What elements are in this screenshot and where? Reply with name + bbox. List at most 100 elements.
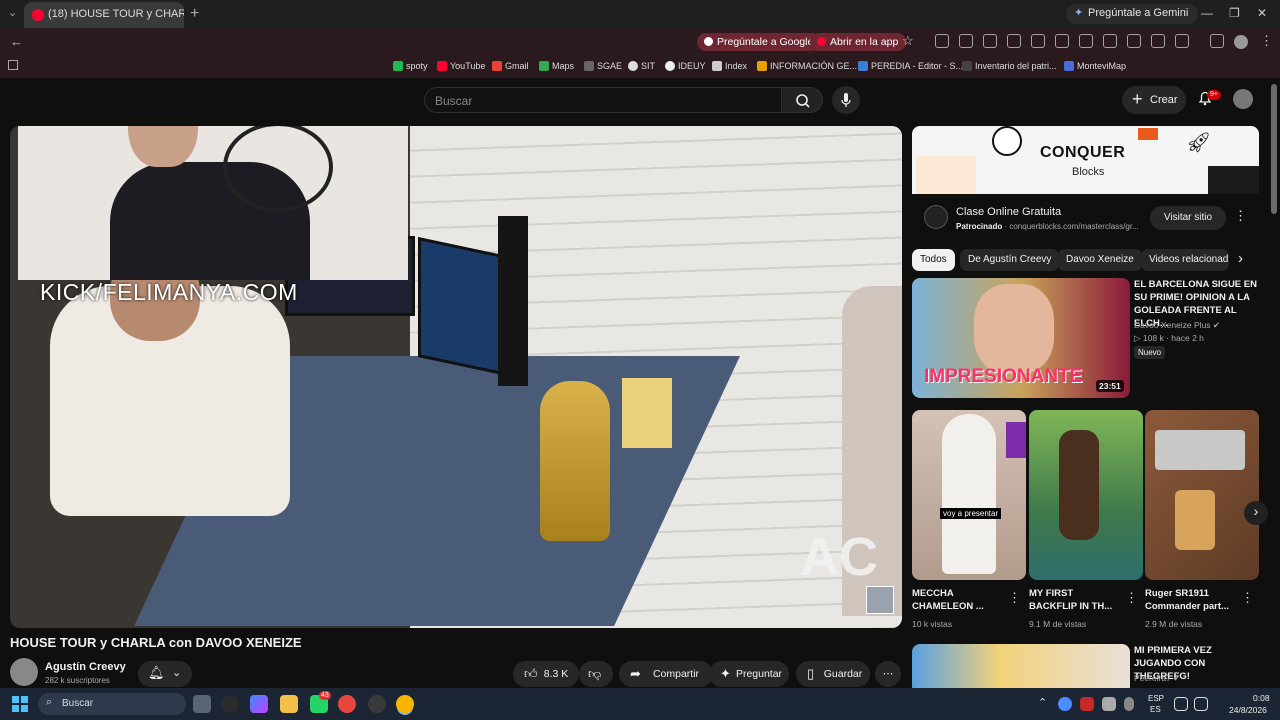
like-button[interactable]: 👍︎ 8.3 K [513, 661, 579, 687]
chip-related[interactable]: Videos relacionad [1141, 249, 1229, 271]
more-actions-button[interactable]: ⋯ [875, 661, 901, 687]
copilot-icon[interactable] [250, 695, 268, 713]
search-button[interactable] [781, 87, 823, 113]
location-icon[interactable] [1103, 34, 1117, 48]
file-explorer-icon[interactable] [280, 695, 298, 713]
bookmark-informacion[interactable]: INFORMACIÓN GE... [757, 61, 857, 71]
onedrive-icon[interactable] [1058, 697, 1072, 711]
bookmark-peredia[interactable]: PEREDIA - Editor - S... [858, 61, 963, 71]
bookmark-inventario[interactable]: Inventario del patri... [962, 61, 1057, 71]
ideuy-icon [665, 61, 675, 71]
chrome-active-icon[interactable] [396, 695, 414, 713]
minimize-icon[interactable]: — [1201, 6, 1213, 20]
chip-all[interactable]: Todos [912, 249, 955, 271]
extension-icon[interactable] [935, 34, 949, 48]
network-icon[interactable] [1174, 697, 1188, 711]
obs-icon[interactable] [368, 695, 386, 713]
copy-icon[interactable] [1079, 34, 1093, 48]
bookmark-gmail[interactable]: Gmail [492, 61, 529, 71]
key-icon[interactable] [983, 34, 997, 48]
monitor-right [418, 236, 503, 376]
more-icon[interactable]: ⋮ [1125, 590, 1138, 606]
save-button[interactable]: ▯ Guardar [796, 661, 870, 687]
channel-name[interactable]: Agustín Creevy [45, 661, 126, 673]
pixel-decoration [916, 156, 976, 194]
print-icon[interactable] [1151, 34, 1165, 48]
video-player[interactable]: AC K 1 KICK/FELIMANYA.COM [10, 126, 902, 628]
mic-icon[interactable] [1124, 697, 1134, 711]
tray-app-icon[interactable] [1080, 697, 1094, 711]
menu-icon[interactable]: ⋮ [1260, 33, 1273, 49]
ad-meta: Patrocinado · conquerblocks.com/mastercl… [956, 222, 1139, 231]
app-icon[interactable] [221, 695, 239, 713]
bookmark-montevimap[interactable]: MonteviMap [1064, 61, 1126, 71]
apps-grid-icon[interactable] [8, 60, 18, 70]
chevron-right-icon[interactable]: › [1238, 250, 1243, 267]
ask-google-button[interactable]: Pregúntale a Google [697, 33, 822, 51]
back-icon[interactable]: ← [10, 34, 23, 49]
short-title-3[interactable]: Ruger SR1911 Commander part... [1145, 587, 1237, 613]
search-input[interactable]: Buscar [424, 87, 782, 113]
bookmark-index[interactable]: Index [712, 61, 747, 71]
shorts-next-button[interactable]: › [1244, 501, 1268, 525]
bookmark-youtube[interactable]: YouTube [437, 61, 485, 71]
short-title-2[interactable]: MY FIRST BACKFLIP IN TH... [1029, 587, 1121, 613]
extension-icon[interactable] [959, 34, 973, 48]
chip-davoo[interactable]: Davoo Xeneize [1058, 249, 1142, 271]
download-icon[interactable] [1031, 34, 1045, 48]
language-indicator[interactable]: ESP [1148, 694, 1164, 703]
dislike-button[interactable]: 👎︎ [579, 661, 613, 687]
bookmark-maps[interactable]: Maps [539, 61, 574, 71]
short-title-1[interactable]: MECCHA CHAMELEON ... [912, 587, 994, 613]
user-avatar[interactable] [1233, 89, 1253, 109]
chip-channel[interactable]: De Agustín Creevy [960, 249, 1060, 271]
more-icon[interactable]: ⋮ [1008, 590, 1021, 606]
page-scrollbar[interactable] [1271, 84, 1277, 214]
more-icon[interactable]: ⋮ [1234, 208, 1247, 224]
visit-site-button[interactable]: Visitar sitio [1150, 206, 1226, 230]
tray-chevron-icon[interactable]: ⌃ [1038, 696, 1047, 709]
close-icon[interactable]: ✕ [1257, 6, 1267, 20]
bookmark-sit[interactable]: SIT [628, 61, 655, 71]
trash-icon[interactable] [1127, 34, 1141, 48]
windows-start-icon[interactable] [12, 696, 28, 712]
bookmark-spoty[interactable]: spoty [393, 61, 428, 71]
usb-icon[interactable] [1102, 697, 1116, 711]
profile-icon[interactable] [1234, 35, 1248, 49]
maximize-icon[interactable]: ❐ [1229, 6, 1240, 20]
monitor-tall [498, 216, 528, 386]
ask-button[interactable]: ✦ Preguntar [709, 661, 789, 687]
open-in-app-button[interactable]: Abrir en la app [810, 33, 907, 51]
rec-thumbnail[interactable]: IMPRESIONANTE 23:51 [912, 278, 1130, 398]
subscription-bell-button[interactable]: 🔔︎ ⌄ [138, 661, 192, 687]
voice-search-button[interactable] [832, 86, 860, 114]
browser-tab[interactable]: (18) HOUSE TOUR y CHARL [24, 2, 184, 28]
rocket-icon: 🚀︎ [1186, 132, 1212, 154]
task-view-icon[interactable] [193, 695, 211, 713]
rec-thumbnail-2[interactable] [912, 644, 1130, 694]
short-thumbnail-1[interactable]: voy a presentar [912, 410, 1026, 580]
card-icon[interactable] [1007, 34, 1021, 48]
chrome-icon[interactable] [338, 695, 356, 713]
translate-icon[interactable] [1055, 34, 1069, 48]
whatsapp-badge: 43 [319, 691, 331, 700]
volume-icon[interactable] [1194, 697, 1208, 711]
tab-list-icon[interactable]: ⌄ [8, 6, 17, 19]
bookmark-star-icon[interactable]: ☆ [902, 33, 914, 49]
cast-icon[interactable] [1175, 34, 1189, 48]
more-icon[interactable]: ⋮ [1241, 590, 1254, 606]
gemini-button[interactable]: ✦ Pregúntale a Gemini [1066, 4, 1199, 24]
new-tab-icon[interactable]: + [190, 5, 199, 23]
reading-list-icon[interactable] [1210, 34, 1224, 48]
bookmark-ideuy[interactable]: IDEUY [665, 61, 706, 71]
bookmark-sgae[interactable]: SGAE [584, 61, 622, 71]
channel-avatar[interactable] [10, 658, 38, 686]
short-thumbnail-3[interactable] [1145, 410, 1259, 580]
short-thumbnail-2[interactable] [1029, 410, 1143, 580]
bike-wheel [223, 126, 333, 212]
share-button[interactable]: ➦ Compartir [619, 661, 713, 687]
create-button[interactable]: + Crear [1122, 86, 1186, 114]
taskbar-search[interactable]: ⌕ Buscar [38, 693, 186, 715]
clock-time: 0:08 [1253, 693, 1270, 703]
sponsored-ad[interactable]: 🚀︎ CONQUER Blocks Clase Online Gratuita … [912, 126, 1259, 241]
